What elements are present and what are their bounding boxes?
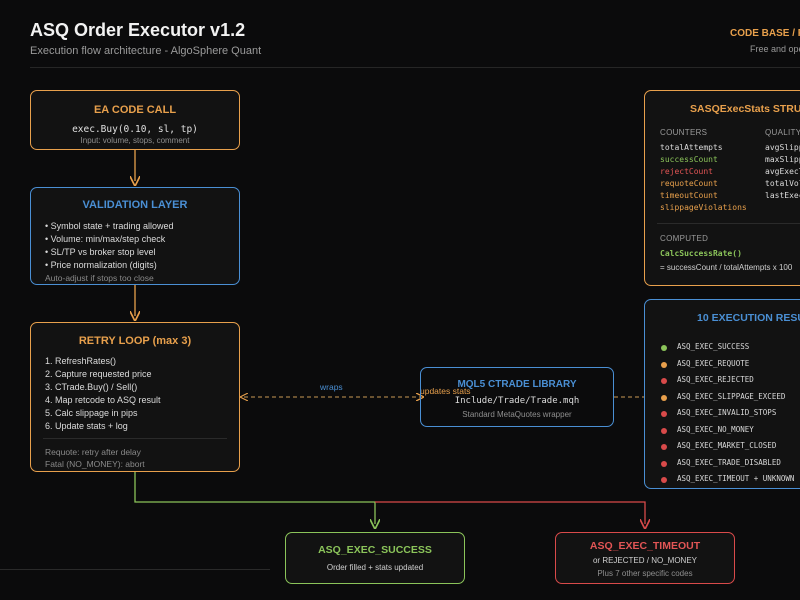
retry-step: 3. CTrade.Buy() / Sell() <box>45 382 138 392</box>
status-dot-icon <box>661 411 667 417</box>
validation-item: • Price normalization (digits) <box>45 260 157 270</box>
retry-step: 4. Map retcode to ASQ result <box>45 395 161 405</box>
retry-note: Requote: retry after delay <box>45 447 141 457</box>
status-dot-icon <box>661 378 667 384</box>
ea-code-call-title: EA CODE CALL <box>93 104 177 116</box>
status-dot-icon <box>661 427 667 434</box>
retry-title: RETRY LOOP (max 3) <box>78 335 192 347</box>
ea-code-call-box: EA CODE CALL exec.Buy(0.10, sl, tp) Inpu… <box>30 90 240 150</box>
ctrade-library-box: MQL5 CTRADE LIBRARY Include/Trade/Trade.… <box>420 367 614 427</box>
computed-function: CalcSuccessRate() <box>660 249 742 258</box>
result-code: ASQ_EXEC_INVALID_STOPS <box>677 408 777 417</box>
outcome-success-sub: Order filled + stats updated <box>326 563 424 572</box>
outcome-success-box: ASQ_EXEC_SUCCESS Order filled + stats up… <box>285 532 465 584</box>
page-title: ASQ Order Executor v1.2 <box>30 20 246 40</box>
library-title: MQL5 CTRADE LIBRARY <box>457 379 577 390</box>
outcome-timeout-sub: or REJECTED / NO_MONEY <box>592 556 697 565</box>
retry-step: 6. Update stats + log <box>45 421 128 431</box>
validation-item: • SL/TP vs broker stop level <box>45 247 156 257</box>
retry-loop-box: RETRY LOOP (max 3) 1. RefreshRates() 2. … <box>30 322 240 472</box>
validation-item: • Symbol state + trading allowed <box>45 221 174 231</box>
retry-divider <box>43 438 227 439</box>
edge-label-wraps: wraps <box>320 382 343 392</box>
status-dot-icon <box>661 444 667 450</box>
computed-formula: = successCount / totalAttempts x 100 <box>660 263 793 272</box>
result-code: ASQ_EXEC_SUCCESS <box>677 342 750 351</box>
arrow-to-timeout <box>375 501 645 524</box>
result-code: ASQ_EXEC_TIMEOUT + UNKNOWN <box>677 474 795 483</box>
outcome-timeout-title: ASQ_EXEC_TIMEOUT <box>589 540 701 552</box>
library-path: Include/Trade/Trade.mqh <box>454 396 580 406</box>
status-dot-icon <box>661 345 667 351</box>
execution-results-box: 10 EXECUTION RESU ASQ_EXEC_SUCCESS ASQ_EX… <box>644 299 800 489</box>
page-subtitle: Execution flow architecture - AlgoSphere… <box>30 45 262 57</box>
counter-field: totalAttempts <box>660 143 723 152</box>
result-code: ASQ_EXEC_TRADE_DISABLED <box>677 457 781 467</box>
result-code: ASQ_EXEC_REJECTED <box>677 375 754 384</box>
result-code: ASQ_EXEC_NO_MONEY <box>677 424 754 434</box>
retry-step: 2. Capture requested price <box>45 369 152 379</box>
counter-field: timeoutCount <box>660 191 718 200</box>
quality-field: maxSlipp <box>765 155 800 164</box>
computed-header: COMPUTED <box>660 234 709 243</box>
stats-struct-box: SASQExecStats STRUCT COUNTERS QUALITY to… <box>644 90 800 286</box>
counter-field: slippageViolations <box>660 203 747 212</box>
validation-note: Auto-adjust if stops too close <box>45 273 154 283</box>
arrow-retry-to-success <box>134 472 375 524</box>
status-dot-icon <box>661 477 667 483</box>
retry-step: 5. Calc slippage in pips <box>45 408 138 418</box>
status-dot-icon <box>661 460 667 467</box>
quality-field: avgExecT <box>765 167 800 176</box>
validation-title: VALIDATION LAYER <box>82 199 188 211</box>
quality-field: lastExec <box>765 191 800 200</box>
header-divider <box>30 67 800 68</box>
ea-code-call-note: Input: volume, stops, comment <box>80 136 190 145</box>
result-code: ASQ_EXEC_SLIPPAGE_EXCEED <box>677 391 786 401</box>
validation-layer-box: VALIDATION LAYER • Symbol state + tradin… <box>30 187 240 285</box>
stats-title: SASQExecStats STRUCT <box>690 103 800 115</box>
counter-field: successCount <box>660 155 718 164</box>
stats-divider <box>657 223 800 224</box>
codebase-title: CODE BASE / PU <box>730 28 800 39</box>
codebase-subtitle: Free and ope <box>750 44 800 54</box>
quality-field: avgSlipp <box>765 143 800 152</box>
results-title: 10 EXECUTION RESU <box>697 312 800 324</box>
library-note: Standard MetaQuotes wrapper <box>462 410 572 419</box>
retry-note: Fatal (NO_MONEY): abort <box>45 459 145 469</box>
result-code: ASQ_EXEC_REQUOTE <box>677 358 750 368</box>
counters-header: COUNTERS <box>660 128 708 137</box>
quality-header: QUALITY <box>765 128 800 137</box>
status-dot-icon <box>661 394 667 401</box>
outcome-success-title: ASQ_EXEC_SUCCESS <box>318 544 432 556</box>
counter-field: rejectCount <box>660 167 713 176</box>
ea-code-call-code: exec.Buy(0.10, sl, tp) <box>72 124 198 135</box>
outcome-timeout-box: ASQ_EXEC_TIMEOUT or REJECTED / NO_MONEY … <box>555 532 735 584</box>
status-dot-icon <box>661 361 667 368</box>
counter-field: requoteCount <box>660 179 718 188</box>
outcome-timeout-note: Plus 7 other specific codes <box>597 569 693 578</box>
result-code: ASQ_EXEC_MARKET_CLOSED <box>677 441 777 450</box>
retry-step: 1. RefreshRates() <box>45 356 117 366</box>
footer-rule <box>0 569 270 570</box>
validation-item: • Volume: min/max/step check <box>45 234 166 244</box>
quality-field: totalVol <box>765 179 800 188</box>
